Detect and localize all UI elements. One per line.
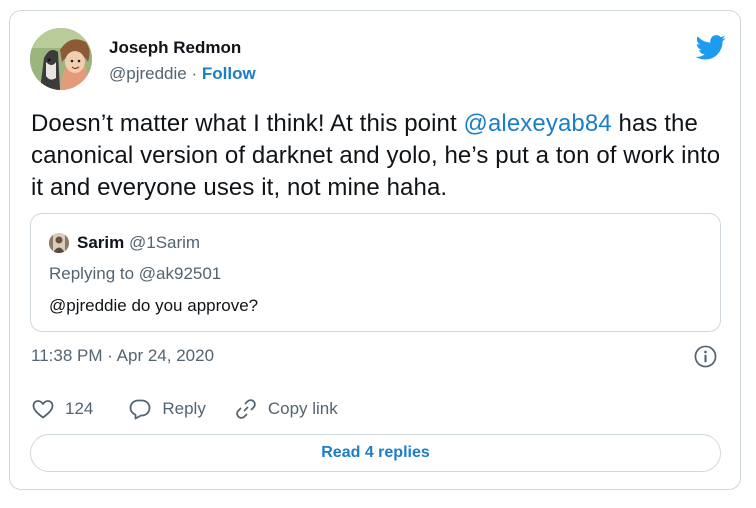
reply-button[interactable]: Reply	[128, 397, 206, 421]
like-button[interactable]: 124	[31, 397, 93, 421]
twitter-bird-icon[interactable]	[696, 35, 726, 60]
quoted-tweet-text: @pjreddie do you approve?	[49, 296, 259, 315]
author-handle-line: @pjreddie · Follow	[109, 64, 256, 84]
quoted-author-avatar[interactable]	[49, 233, 69, 253]
like-count: 124	[65, 399, 94, 418]
link-icon	[236, 399, 256, 419]
read-replies-button[interactable]: Read 4 replies	[30, 434, 721, 472]
handle-separator: ·	[186, 64, 202, 83]
follow-button[interactable]: Follow	[202, 64, 256, 83]
tweet-text-part1: Doesn’t matter what I think! At this poi…	[31, 110, 464, 137]
author-name[interactable]: Joseph Redmon	[109, 38, 241, 58]
author-avatar[interactable]	[30, 28, 92, 90]
info-icon[interactable]	[694, 345, 717, 368]
reply-label: Reply	[162, 399, 206, 418]
quoted-author-name[interactable]: Sarim	[77, 233, 124, 252]
quoted-reply-context: Replying to @ak92501	[49, 264, 222, 283]
author-handle[interactable]: @pjreddie	[109, 64, 187, 83]
copy-link-label: Copy link	[267, 399, 338, 418]
speech-bubble-icon	[129, 399, 151, 420]
heart-icon	[32, 400, 54, 419]
quoted-tweet[interactable]: Sarim @1Sarim Replying to @ak92501 @pjre…	[30, 213, 721, 332]
embedded-tweet-card: Joseph Redmon @pjreddie · Follow Doesn’t…	[9, 10, 741, 490]
copy-link-button[interactable]: Copy link	[234, 397, 338, 421]
mention-link[interactable]: @alexeyab84	[464, 110, 612, 137]
tweet-timestamp[interactable]: 11:38 PM · Apr 24, 2020	[31, 346, 214, 366]
tweet-actions: 124 Reply Copy link	[31, 396, 338, 422]
tweet-text: Doesn’t matter what I think! At this poi…	[31, 108, 721, 204]
quoted-author-handle[interactable]: @1Sarim	[129, 233, 200, 252]
quoted-author-line: Sarim @1Sarim	[77, 233, 200, 253]
